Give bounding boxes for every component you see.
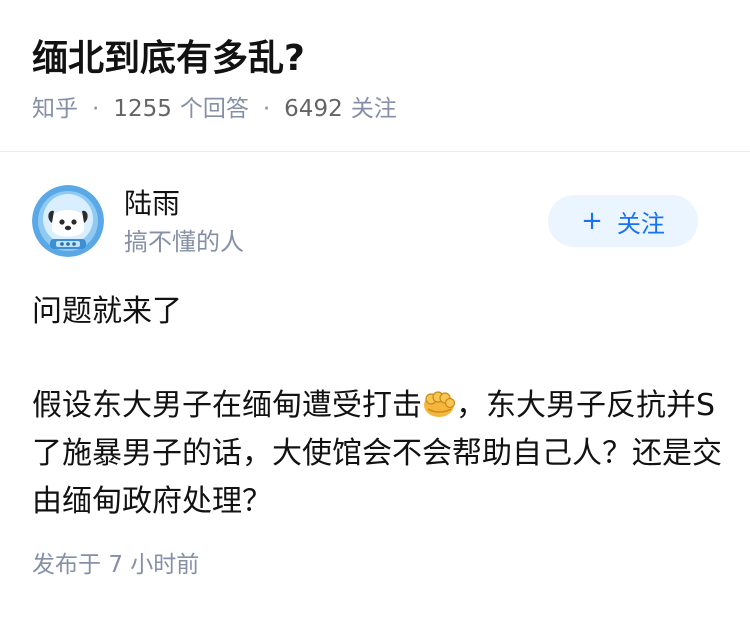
answer-card: 陆雨 搞不懂的人 + 关注 问题就来了 假设东大男子在缅甸遭受打击 ，东大男子反… [0,152,750,618]
plus-icon: + [581,206,603,236]
publish-time: 发布于 7 小时前 [32,548,199,582]
answer-text: 假设东大男子在缅甸遭受打击 [32,388,422,423]
question-meta: 知乎 · 1255 个回答 · 6492 关注 [32,92,397,126]
publish-time-value: 7 小时前 [108,552,200,578]
question-title[interactable]: 缅北到底有多乱? [32,34,305,84]
answer-paragraph: 假设东大男子在缅甸遭受打击 ，东大男子反抗并S了施暴男子的话，大使馆会不会帮助自… [32,382,722,526]
author-bio: 搞不懂的人 [124,228,244,256]
answer-paragraph: 问题就来了 [32,294,182,329]
question-page: 缅北到底有多乱? 知乎 · 1255 个回答 · 6492 关注 陆雨 搞不懂的… [0,0,750,618]
follow-button[interactable]: + 关注 [548,195,698,247]
author-avatar[interactable] [32,185,104,257]
publish-label: 发布于 [32,552,101,578]
source-label: 知乎 [32,96,78,122]
answer-count: 1255 [113,96,172,122]
follower-count-label: 关注 [350,96,397,122]
author-name[interactable]: 陆雨 [124,186,180,222]
meta-separator: · [92,96,100,122]
follow-button-label: 关注 [616,209,665,238]
astronaut-dog-avatar-icon [32,185,104,257]
oncoming-fist-icon [424,391,456,417]
answer-content: 问题就来了 假设东大男子在缅甸遭受打击 ，东大男子反抗并S了施暴男子的话，大使馆… [32,288,722,526]
meta-separator: · [262,96,271,122]
question-header: 缅北到底有多乱? 知乎 · 1255 个回答 · 6492 关注 [0,0,750,150]
answer-count-label: 个回答 [179,96,249,122]
follower-count: 6492 [284,96,343,122]
